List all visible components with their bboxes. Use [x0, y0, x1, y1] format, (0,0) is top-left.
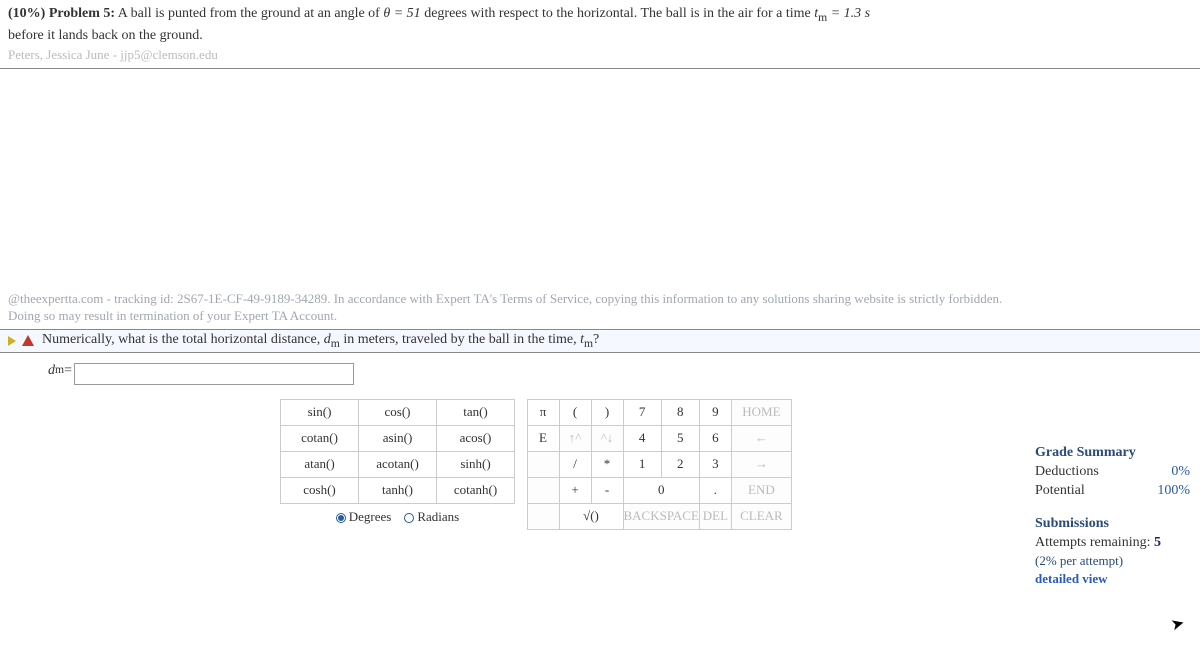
- answer-input[interactable]: [74, 363, 354, 385]
- key-dot[interactable]: .: [699, 477, 731, 503]
- key-home[interactable]: HOME: [731, 399, 791, 425]
- problem-text2: degrees with respect to the horizontal. …: [421, 6, 815, 21]
- key-exp[interactable]: E: [527, 425, 559, 451]
- detailed-view-link[interactable]: detailed view: [1035, 570, 1190, 588]
- attempts-remaining: Attempts remaining: 5: [1035, 534, 1190, 553]
- answer-eq: =: [64, 363, 72, 379]
- key-0[interactable]: 0: [623, 477, 699, 503]
- problem-line1: (10%) Problem 5: A ball is punted from t…: [8, 4, 1192, 26]
- key-blank2[interactable]: [527, 477, 559, 503]
- tracking-notice: @theexpertta.com - tracking id: 2S67-1E-…: [0, 286, 1200, 329]
- question-bar: Numerically, what is the total horizonta…: [0, 329, 1200, 353]
- answer-sub: m: [55, 363, 64, 376]
- key-clear[interactable]: CLEAR: [731, 503, 791, 529]
- key-acos[interactable]: acos(): [437, 425, 515, 451]
- grade-summary-panel: Grade Summary Deductions 0% Potential 10…: [1035, 444, 1190, 588]
- potential-row: Potential 100%: [1035, 482, 1190, 501]
- key-sin[interactable]: sin(): [281, 399, 359, 425]
- key-multiply[interactable]: *: [591, 451, 623, 477]
- key-cotan[interactable]: cotan(): [281, 425, 359, 451]
- key-del[interactable]: DEL: [699, 503, 731, 529]
- key-2[interactable]: 2: [661, 451, 699, 477]
- answer-row: dm =: [0, 353, 1200, 395]
- key-cotanh[interactable]: cotanh(): [437, 477, 515, 503]
- key-6[interactable]: 6: [699, 425, 731, 451]
- key-right[interactable]: →: [731, 451, 791, 477]
- radio-unselected-icon: [404, 513, 414, 523]
- key-down[interactable]: ^↓: [591, 425, 623, 451]
- key-sinh[interactable]: sinh(): [437, 451, 515, 477]
- problem-author: Peters, Jessica June - jjp5@clemson.edu: [8, 46, 1192, 64]
- key-4[interactable]: 4: [623, 425, 661, 451]
- key-atan[interactable]: atan(): [281, 451, 359, 477]
- problem-line2: before it lands back on the ground.: [8, 26, 1192, 46]
- answer-var: d: [48, 363, 55, 379]
- workspace-gap: @theexpertta.com - tracking id: 2S67-1E-…: [0, 69, 1200, 329]
- radio-selected-icon: [336, 513, 346, 523]
- key-5[interactable]: 5: [661, 425, 699, 451]
- key-1[interactable]: 1: [623, 451, 661, 477]
- problem-text1: A ball is punted from the ground at an a…: [118, 6, 384, 21]
- key-9[interactable]: 9: [699, 399, 731, 425]
- deductions-row: Deductions 0%: [1035, 463, 1190, 482]
- key-acotan[interactable]: acotan(): [359, 451, 437, 477]
- key-minus[interactable]: -: [591, 477, 623, 503]
- key-7[interactable]: 7: [623, 399, 661, 425]
- problem-header: (10%) Problem 5: A ball is punted from t…: [0, 0, 1200, 69]
- warning-icon: [22, 335, 34, 346]
- theta-value: θ = 51: [383, 6, 420, 21]
- submissions-title: Submissions: [1035, 515, 1190, 534]
- key-cos[interactable]: cos(): [359, 399, 437, 425]
- tracking-line1: @theexpertta.com - tracking id: 2S67-1E-…: [8, 290, 1192, 308]
- key-end[interactable]: END: [731, 477, 791, 503]
- key-pi[interactable]: π: [527, 399, 559, 425]
- key-cosh[interactable]: cosh(): [281, 477, 359, 503]
- key-divide[interactable]: /: [559, 451, 591, 477]
- key-blank3[interactable]: [527, 503, 559, 529]
- key-plus[interactable]: +: [559, 477, 591, 503]
- tm-eq: = 1.3 s: [827, 6, 870, 21]
- key-tan[interactable]: tan(): [437, 399, 515, 425]
- key-backspace[interactable]: BACKSPACE: [623, 503, 699, 529]
- key-blank1[interactable]: [527, 451, 559, 477]
- key-left[interactable]: ←: [731, 425, 791, 451]
- key-up[interactable]: ↑^: [559, 425, 591, 451]
- key-lparen[interactable]: (: [559, 399, 591, 425]
- cursor-icon: ➤: [1168, 613, 1186, 636]
- key-8[interactable]: 8: [661, 399, 699, 425]
- attempt-hint: (2% per attempt): [1035, 552, 1190, 570]
- tm-sub: m: [818, 11, 827, 24]
- numeric-keypad: π ( ) 7 8 9 HOME E ↑^ ^↓ 4 5 6 ← / * 1 2…: [527, 399, 792, 530]
- key-tanh[interactable]: tanh(): [359, 477, 437, 503]
- tracking-line2: Doing so may result in termination of yo…: [8, 307, 1192, 325]
- degrees-radio[interactable]: Degrees: [336, 509, 392, 524]
- key-sqrt[interactable]: √(): [559, 503, 623, 529]
- problem-label: (10%) Problem 5:: [8, 6, 115, 21]
- key-asin[interactable]: asin(): [359, 425, 437, 451]
- key-rparen[interactable]: ): [591, 399, 623, 425]
- question-text: Numerically, what is the total horizonta…: [42, 332, 599, 350]
- angle-mode-row: Degrees Radians: [281, 503, 515, 529]
- radians-radio[interactable]: Radians: [404, 509, 459, 524]
- play-icon[interactable]: [8, 336, 16, 346]
- grade-summary-title: Grade Summary: [1035, 444, 1190, 463]
- function-keypad: sin() cos() tan() cotan() asin() acos() …: [280, 399, 515, 530]
- key-3[interactable]: 3: [699, 451, 731, 477]
